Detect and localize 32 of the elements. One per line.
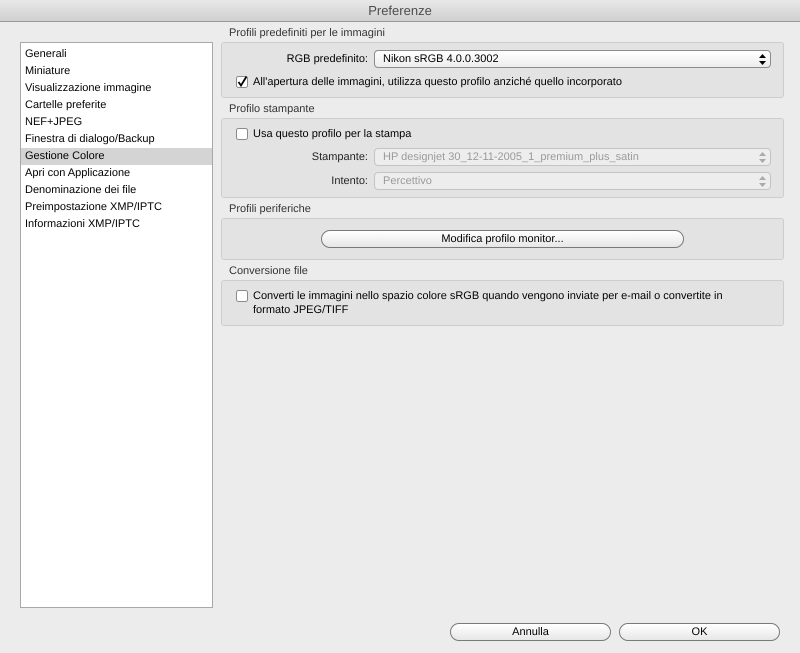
- section-title: Profili predefiniti per le immagini: [228, 26, 385, 41]
- checkbox[interactable]: [236, 290, 248, 302]
- checkbox-label: Usa questo profilo per la stampa: [253, 127, 412, 141]
- sidebar-item[interactable]: Gestione Colore: [21, 148, 212, 165]
- field-label: Stampante:: [310, 150, 369, 165]
- section-title: Profili periferiche: [228, 202, 311, 217]
- sidebar-item[interactable]: Apri con Applicazione: [21, 165, 212, 182]
- checkbox-label: All'apertura delle immagini, utilizza questo profilo anziché quello incorporato: [253, 75, 623, 89]
- checkbox-label: Converti le immagini nello spazio colore sRGB quando vengono inviate per e-mail o convertite in formato JPEG/TIFF: [253, 289, 724, 317]
- sidebar-item[interactable]: Cartelle preferite: [21, 97, 212, 114]
- sidebar-item[interactable]: Preimpostazione XMP/IPTC: [21, 199, 212, 216]
- dropdown[interactable]: Nikon sRGB 4.0.0.3002: [374, 50, 771, 68]
- sidebar-item[interactable]: Finestra di dialogo/Backup: [21, 131, 212, 148]
- field-label: RGB predefinito:: [286, 52, 369, 67]
- stepper-arrows-icon: [759, 176, 766, 186]
- field-label: Intento:: [330, 174, 369, 189]
- sidebar-item[interactable]: Visualizzazione immagine: [21, 80, 212, 97]
- section-title: Profilo stampante: [228, 102, 315, 117]
- sidebar-item[interactable]: Miniature: [21, 63, 212, 80]
- section-title: Conversione file: [228, 264, 308, 279]
- checkbox[interactable]: [236, 128, 248, 140]
- stepper-arrows-icon: [759, 54, 766, 64]
- stepper-arrows-icon: [759, 152, 766, 162]
- sidebar-item[interactable]: Informazioni XMP/IPTC: [21, 216, 212, 233]
- sidebar-item[interactable]: NEF+JPEG: [21, 114, 212, 131]
- sidebar-item[interactable]: Denominazione dei file: [21, 182, 212, 199]
- window-title: Preferenze: [368, 2, 432, 20]
- sidebar-item[interactable]: Generali: [21, 46, 212, 63]
- checkbox[interactable]: [236, 76, 248, 88]
- ok-button[interactable]: OK: [619, 623, 780, 641]
- edit-monitor-profile-button[interactable]: Modifica profilo monitor...: [321, 230, 684, 248]
- cancel-button[interactable]: Annulla: [450, 623, 611, 641]
